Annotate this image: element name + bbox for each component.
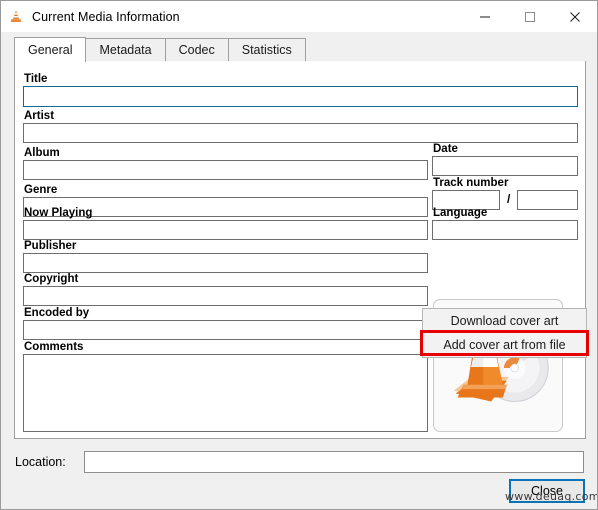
label-language: Language (433, 207, 488, 219)
track-total-input[interactable] (517, 190, 578, 210)
copyright-input[interactable] (23, 286, 428, 306)
label-artist: Artist (24, 110, 55, 122)
label-publisher: Publisher (24, 240, 77, 252)
artist-input[interactable] (23, 123, 578, 143)
album-input[interactable] (23, 160, 428, 180)
tab-bar: General Metadata Codec Statistics (14, 37, 584, 62)
general-tab-panel: Title Artist Album Date Genre Track numb… (14, 61, 589, 439)
label-title: Title (24, 73, 48, 85)
track-separator: / (507, 192, 511, 206)
publisher-input[interactable] (23, 253, 428, 273)
tab-statistics[interactable]: Statistics (227, 38, 306, 61)
vlc-cone-icon (8, 9, 24, 25)
window-title: Current Media Information (32, 9, 180, 24)
label-comments: Comments (24, 341, 84, 353)
label-date: Date (433, 143, 458, 155)
label-copyright: Copyright (24, 273, 79, 285)
cover-art-context-menu: Download cover art Add cover art from fi… (422, 308, 587, 358)
media-information-dialog: Current Media Information General Metada… (0, 0, 598, 510)
tab-general[interactable]: General (14, 37, 87, 62)
tab-metadata[interactable]: Metadata (85, 38, 166, 61)
comments-textarea[interactable] (23, 354, 428, 432)
menu-item-add-cover-art-from-file[interactable]: Add cover art from file (423, 333, 586, 357)
tab-codec[interactable]: Codec (164, 38, 229, 61)
label-genre: Genre (24, 184, 58, 196)
location-input[interactable] (84, 451, 584, 473)
watermark: www.deuaq.com (505, 490, 598, 503)
label-track-number: Track number (433, 177, 509, 189)
minimize-button[interactable] (462, 1, 507, 32)
maximize-button[interactable] (507, 1, 552, 32)
encoded-by-input[interactable] (23, 320, 428, 340)
window-controls (462, 1, 597, 32)
location-label: Location: (15, 455, 66, 469)
now-playing-input[interactable] (23, 220, 428, 240)
label-encoded-by: Encoded by (24, 307, 90, 319)
date-input[interactable] (432, 156, 578, 176)
language-input[interactable] (432, 220, 578, 240)
close-window-button[interactable] (552, 1, 597, 32)
menu-item-download-cover-art[interactable]: Download cover art (423, 309, 586, 333)
title-bar: Current Media Information (1, 1, 597, 32)
label-now-playing: Now Playing (24, 207, 93, 219)
title-input[interactable] (23, 86, 578, 107)
label-album: Album (24, 147, 60, 159)
